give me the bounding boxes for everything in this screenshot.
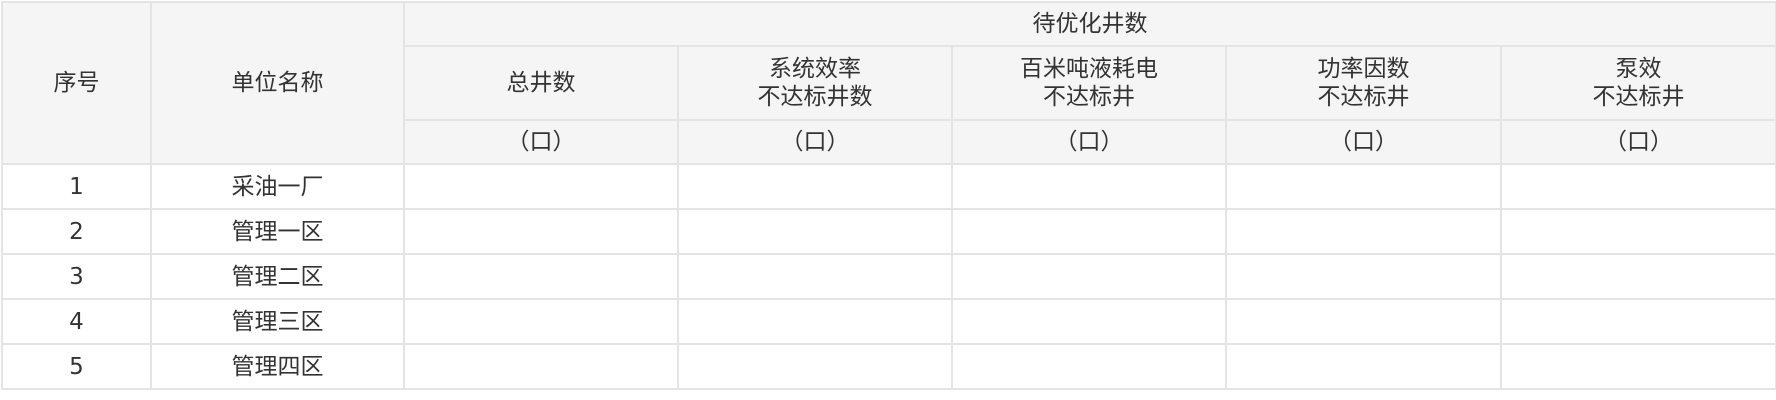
header-unit: （口）	[677, 119, 953, 165]
row-cell[interactable]	[951, 208, 1227, 255]
header-col-label-2: 不达标井数	[757, 84, 873, 110]
header-col-label-2: 不达标井	[1043, 84, 1135, 110]
row-cell[interactable]	[677, 298, 953, 345]
row-unit-name: 管理三区	[150, 298, 405, 345]
row-cell[interactable]	[677, 343, 953, 390]
row-cell[interactable]	[403, 298, 679, 345]
row-cell[interactable]	[1499, 253, 1776, 300]
header-col-label: 功率因数	[1317, 56, 1410, 82]
header-col-system-efficiency: 系统效率 不达标井数	[677, 45, 953, 121]
header-row-1: 序号 单位名称 待优化井数	[1, 1, 1776, 165]
header-col-pump-efficiency: 泵效 不达标井	[1499, 45, 1776, 121]
row-cell[interactable]	[677, 163, 953, 210]
header-unit: （口）	[1225, 119, 1502, 165]
row-cell[interactable]	[403, 253, 679, 300]
table-body: 1 采油一厂 2 管理一区 3 管理二区 4 管理三区 5 管理四区	[1, 163, 1776, 390]
table-row: 2 管理一区	[1, 208, 1776, 255]
row-cell[interactable]	[951, 298, 1227, 345]
header-col-power-factor: 功率因数 不达标井	[1225, 45, 1502, 121]
header-col-label-2: 不达标井	[1592, 84, 1685, 110]
header-col-label-2: 不达标井	[1317, 84, 1410, 110]
row-unit-name: 采油一厂	[150, 163, 405, 210]
header-col-power-per-100m: 百米吨液耗电 不达标井	[951, 45, 1227, 121]
row-cell[interactable]	[403, 208, 679, 255]
header-col-label: 总井数	[506, 70, 576, 96]
row-cell[interactable]	[951, 253, 1227, 300]
row-cell[interactable]	[951, 163, 1227, 210]
table-row: 4 管理三区	[1, 298, 1776, 345]
header-col-label: 系统效率	[769, 56, 861, 82]
row-seq: 3	[1, 253, 152, 300]
header-col-label: 百米吨液耗电	[1020, 56, 1158, 82]
row-cell[interactable]	[1225, 208, 1502, 255]
row-cell[interactable]	[1225, 253, 1502, 300]
row-unit-name: 管理二区	[150, 253, 405, 300]
row-cell[interactable]	[1225, 343, 1502, 390]
row-cell[interactable]	[1499, 343, 1776, 390]
header-col-label: 泵效	[1615, 56, 1662, 82]
row-unit-name: 管理一区	[150, 208, 405, 255]
row-cell[interactable]	[1499, 208, 1776, 255]
row-cell[interactable]	[1499, 163, 1776, 210]
header-group-title: 待优化井数	[402, 1, 1776, 47]
header-seq: 序号	[1, 1, 152, 165]
row-cell[interactable]	[403, 163, 679, 210]
row-cell[interactable]	[1225, 298, 1502, 345]
row-cell[interactable]	[403, 343, 679, 390]
row-cell[interactable]	[677, 253, 953, 300]
table-header: 序号 单位名称 待优化井数 总井数 系统效率 不达标井数 百米吨液耗电 不达标井…	[1, 1, 1776, 165]
header-col-total-wells: 总井数	[403, 45, 679, 121]
row-cell[interactable]	[677, 208, 953, 255]
row-seq: 2	[1, 208, 152, 255]
row-seq: 1	[1, 163, 152, 210]
row-cell[interactable]	[1499, 298, 1776, 345]
header-unit-name: 单位名称	[150, 1, 405, 165]
header-unit: （口）	[951, 119, 1227, 165]
row-seq: 5	[1, 343, 152, 390]
row-cell[interactable]	[1225, 163, 1502, 210]
row-unit-name: 管理四区	[150, 343, 405, 390]
header-unit: （口）	[403, 119, 679, 165]
row-cell[interactable]	[951, 343, 1227, 390]
row-seq: 4	[1, 298, 152, 345]
table-row: 5 管理四区	[1, 343, 1776, 390]
header-unit: （口）	[1499, 119, 1776, 165]
optimization-table-container: 序号 单位名称 待优化井数 总井数 系统效率 不达标井数 百米吨液耗电 不达标井…	[1, 1, 1776, 390]
well-optimization-table: 序号 单位名称 待优化井数 总井数 系统效率 不达标井数 百米吨液耗电 不达标井…	[1, 1, 1776, 390]
table-row: 3 管理二区	[1, 253, 1776, 300]
table-row: 1 采油一厂	[1, 163, 1776, 210]
